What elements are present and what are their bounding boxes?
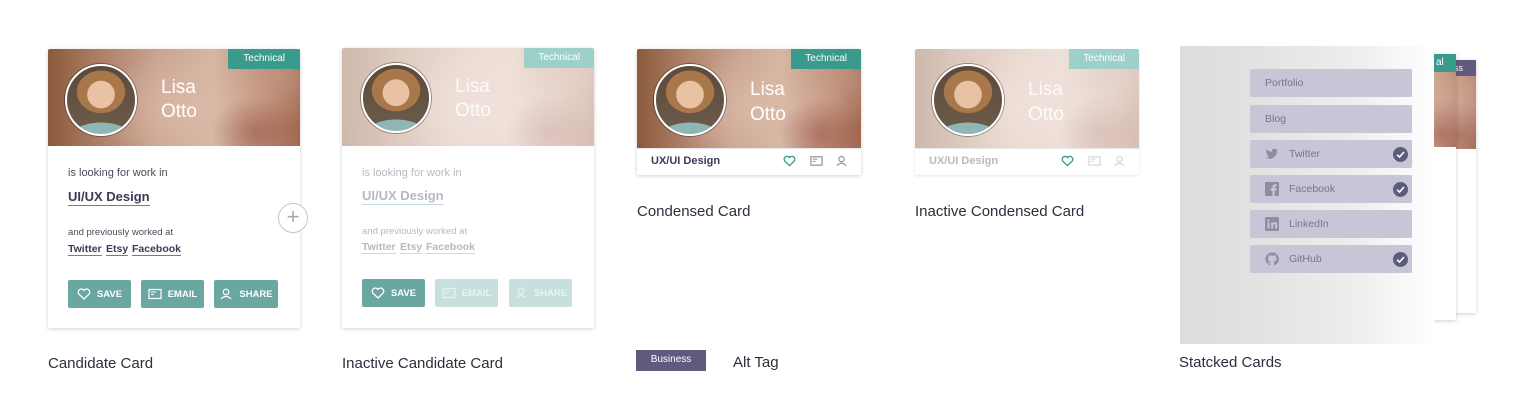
share-icon[interactable]	[1113, 155, 1126, 167]
candidate-card[interactable]: Technical Lisa Otto is looking for work …	[48, 49, 300, 328]
twitter-icon	[1265, 148, 1279, 159]
link-portfolio[interactable]: Portfolio	[1250, 69, 1412, 97]
share-label: SHARE	[239, 288, 273, 300]
share-icon[interactable]	[835, 155, 848, 167]
heart-icon[interactable]	[1061, 155, 1074, 167]
field-link[interactable]: UI/UX Design	[362, 188, 444, 205]
card-footer: UX/UI Design	[915, 148, 1139, 174]
stacked-card-front[interactable]: Portfolio Blog Twitter Facebook LinkedIn…	[1180, 46, 1434, 344]
link-blog[interactable]: Blog	[1250, 105, 1412, 133]
category-tag: Technical	[228, 49, 300, 69]
facebook-icon	[1265, 182, 1279, 196]
category-tag: Technical	[1069, 49, 1139, 69]
caption-alt-tag: Alt Tag	[733, 354, 779, 371]
caption-condensed-card: Condensed Card	[637, 203, 751, 220]
heart-icon	[77, 288, 91, 300]
company-link-etsy[interactable]: Etsy	[400, 241, 423, 254]
business-tag: Business	[636, 350, 706, 371]
caption-candidate-card: Candidate Card	[48, 355, 154, 372]
condensed-card[interactable]: Technical Lisa Otto UX/UI Design	[637, 49, 861, 175]
inactive-condensed-card[interactable]: Technical Lisa Otto UX/UI Design	[915, 49, 1139, 175]
save-button[interactable]: SAVE	[68, 280, 131, 308]
last-name: Otto	[455, 100, 491, 121]
share-button[interactable]: SHARE	[509, 279, 572, 307]
email-icon	[148, 288, 162, 300]
field-link[interactable]: UI/UX Design	[68, 189, 150, 206]
heart-icon[interactable]	[783, 155, 796, 167]
check-icon	[1393, 147, 1408, 162]
caption-inactive-candidate-card: Inactive Candidate Card	[342, 355, 503, 372]
email-button[interactable]: EMAIL	[141, 280, 204, 308]
link-label: Blog	[1265, 113, 1287, 125]
looking-text: is looking for work in	[362, 167, 462, 179]
link-label: Facebook	[1289, 183, 1336, 195]
first-name: Lisa	[161, 77, 196, 98]
link-github[interactable]: GitHub	[1250, 245, 1412, 273]
share-icon	[220, 288, 232, 300]
check-icon	[1393, 252, 1408, 267]
email-icon[interactable]	[810, 155, 823, 167]
link-facebook[interactable]: Facebook	[1250, 175, 1412, 203]
link-label: Portfolio	[1265, 77, 1304, 89]
link-linkedin[interactable]: LinkedIn	[1250, 210, 1412, 238]
caption-inactive-condensed-card: Inactive Condensed Card	[915, 203, 1085, 220]
card-footer: UX/UI Design	[637, 148, 861, 174]
link-label: Twitter	[1289, 148, 1320, 160]
first-name: Lisa	[1028, 79, 1063, 100]
avatar	[932, 64, 1004, 136]
last-name: Otto	[161, 101, 197, 122]
avatar	[361, 63, 431, 133]
email-icon[interactable]	[1088, 155, 1101, 167]
company-link-facebook[interactable]: Facebook	[426, 241, 476, 254]
save-label: SAVE	[390, 287, 417, 299]
github-icon	[1265, 252, 1279, 266]
category-tag: Technical	[524, 48, 594, 68]
email-button[interactable]: EMAIL	[435, 279, 498, 307]
link-twitter[interactable]: Twitter	[1250, 140, 1412, 168]
caption-stacked-cards: Statcked Cards	[1179, 354, 1282, 371]
stacked-tag-middle: al	[1434, 54, 1456, 72]
link-label: LinkedIn	[1289, 218, 1329, 230]
previously-text: and previously worked at	[68, 227, 174, 238]
share-label: SHARE	[533, 287, 568, 299]
link-label: GitHub	[1289, 253, 1322, 265]
looking-text: is looking for work in	[68, 167, 168, 179]
share-icon	[515, 287, 527, 299]
email-label: EMAIL	[167, 288, 198, 300]
field-label: UX/UI Design	[651, 155, 721, 167]
check-icon	[1393, 182, 1408, 197]
save-button[interactable]: SAVE	[362, 279, 425, 307]
company-link-etsy[interactable]: Etsy	[106, 243, 129, 256]
avatar	[65, 64, 137, 136]
save-label: SAVE	[96, 288, 123, 300]
previously-text: and previously worked at	[362, 226, 468, 237]
email-icon	[442, 287, 456, 299]
first-name: Lisa	[455, 76, 490, 97]
category-tag: Technical	[791, 49, 861, 69]
field-label: UX/UI Design	[929, 155, 999, 167]
company-link-twitter[interactable]: Twitter	[362, 241, 396, 254]
linkedin-icon	[1265, 217, 1279, 231]
company-link-twitter[interactable]: Twitter	[68, 243, 102, 256]
share-button[interactable]: SHARE	[214, 280, 278, 308]
heart-icon	[371, 287, 385, 299]
email-label: EMAIL	[461, 287, 492, 299]
add-button[interactable]: +	[278, 203, 308, 233]
inactive-candidate-card[interactable]: Technical Lisa Otto is looking for work …	[342, 48, 594, 328]
company-link-facebook[interactable]: Facebook	[132, 243, 182, 256]
last-name: Otto	[750, 104, 786, 125]
last-name: Otto	[1028, 104, 1064, 125]
first-name: Lisa	[750, 79, 785, 100]
avatar	[654, 64, 726, 136]
